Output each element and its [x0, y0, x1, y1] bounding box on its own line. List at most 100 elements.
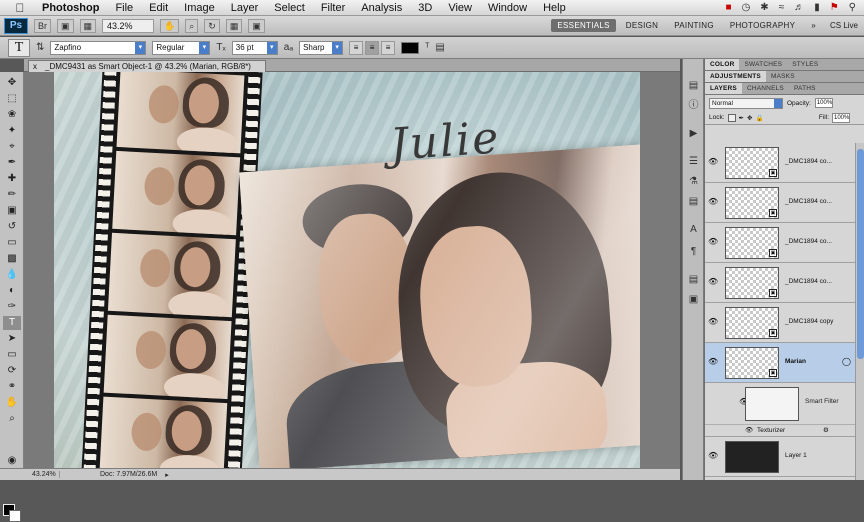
battery-icon[interactable]: ▮ [814, 2, 820, 13]
workspace-design[interactable]: DESIGN [620, 19, 664, 32]
marquee-tool-icon[interactable]: ⬚ [3, 92, 21, 106]
eye-icon[interactable]: 👁 [708, 197, 718, 206]
brush-tool-icon[interactable]: ✏ [3, 188, 21, 202]
workspace-photography[interactable]: PHOTOGRAPHY [724, 19, 801, 32]
type-tool-icon[interactable]: T [3, 316, 21, 330]
screen-mode-icon[interactable]: ▣ [248, 18, 265, 33]
fill-field[interactable]: 100% [832, 112, 850, 123]
character-panel-icon[interactable]: ▤ [435, 42, 444, 53]
menu-window[interactable]: Window [480, 0, 535, 16]
tab-adjustments[interactable]: ADJUSTMENTS [705, 71, 766, 82]
histogram-icon[interactable]: ▤ [686, 79, 701, 92]
wifi-icon[interactable]: ≈ [779, 2, 785, 13]
hand-tool-icon[interactable]: ✋ [160, 18, 180, 33]
filter-options-icon[interactable]: ⚙ [823, 426, 829, 434]
tab-swatches[interactable]: SWATCHES [739, 59, 787, 70]
menu-photoshop[interactable]: Photoshop [34, 0, 107, 16]
text-orientation-icon[interactable]: ⇅ [36, 42, 44, 53]
scrollbar-thumb[interactable] [857, 149, 864, 359]
lock-all-icon[interactable]: 🔒 [755, 114, 763, 122]
mini-bridge-icon[interactable]: ▣ [57, 18, 74, 33]
layer-row[interactable]: 👁 ▣ _DMC1894 co... [705, 263, 855, 303]
volume-icon[interactable]: ♬ [794, 2, 804, 13]
zoom-level-field[interactable]: 43.2% [102, 18, 155, 33]
menu-select[interactable]: Select [266, 0, 313, 16]
healing-brush-tool-icon[interactable]: ✚ [3, 172, 21, 186]
blur-tool-icon[interactable]: 💧 [3, 268, 21, 282]
layer-row[interactable]: 👁 Layer 1 [705, 437, 855, 477]
info-icon[interactable]: ⓘ [686, 99, 701, 112]
lock-position-icon[interactable]: ✥ [747, 114, 752, 122]
adobe-icon[interactable]: ■ [726, 2, 732, 13]
quick-mask-icon[interactable]: ◉ [3, 454, 21, 468]
document-canvas[interactable]: Julie [24, 72, 680, 468]
cs-live-button[interactable]: CS Live [830, 21, 858, 30]
crop-tool-icon[interactable]: ⌖ [3, 140, 21, 154]
3d-panel-icon[interactable]: ▣ [686, 293, 701, 306]
layer-row[interactable]: 👁 ▣ _DMC1894 co... [705, 223, 855, 263]
workspace-essentials[interactable]: ESSENTIALS [551, 19, 616, 32]
smart-filter-indicator-icon[interactable]: ◯ [842, 357, 851, 366]
workspace-painting[interactable]: PAINTING [668, 19, 720, 32]
eyedropper-tool-icon[interactable]: ✒ [3, 156, 21, 170]
align-right-icon[interactable]: ≡ [381, 40, 396, 55]
menu-view[interactable]: View [440, 0, 480, 16]
lock-pixels-icon[interactable]: ✒ [739, 114, 744, 122]
arrange-documents-icon[interactable]: ▦ [225, 18, 243, 33]
bluetooth-icon[interactable]: ✱ [760, 2, 768, 13]
warp-text-icon[interactable]: ᵀ [425, 42, 429, 53]
texturizer-filter-row[interactable]: Texturizer 👁 ⚙ [705, 425, 855, 437]
eye-icon[interactable]: 👁 [745, 426, 753, 434]
layer-row[interactable]: 👁 ▣ _DMC1894 co... [705, 143, 855, 183]
menu-help[interactable]: Help [535, 0, 574, 16]
background-color-swatch[interactable] [9, 510, 21, 522]
eye-icon[interactable]: 👁 [708, 157, 718, 166]
font-family-select[interactable]: Zapfino ▾ [50, 40, 147, 55]
opacity-field[interactable]: 100% [814, 98, 833, 108]
eye-icon[interactable]: 👁 [708, 237, 718, 246]
time-machine-icon[interactable]: ◷ [742, 2, 751, 13]
clone-source-icon[interactable]: ⚗ [686, 175, 701, 188]
3d-rotate-tool-icon[interactable]: ⟳ [3, 364, 21, 378]
brush-presets-icon[interactable]: ☰ [686, 155, 701, 168]
flag-icon[interactable]: ⚑ [830, 2, 839, 13]
notes-icon[interactable]: ▤ [686, 273, 701, 286]
menu-edit[interactable]: Edit [141, 0, 176, 16]
text-color-swatch[interactable] [401, 41, 420, 54]
status-zoom[interactable]: 43.24% [24, 471, 60, 478]
gradient-tool-icon[interactable]: ▩ [3, 252, 21, 266]
tab-layers[interactable]: LAYERS [705, 83, 742, 94]
view-extras-icon[interactable]: ▦ [79, 18, 97, 33]
character-icon[interactable]: A [686, 223, 701, 236]
layers-scrollbar[interactable] [855, 143, 864, 480]
dodge-tool-icon[interactable]: ◐ [3, 284, 21, 298]
close-icon[interactable]: x [33, 61, 37, 72]
blend-mode-select[interactable]: Normal [709, 97, 783, 109]
workspace-more-icon[interactable]: » [805, 19, 822, 32]
tab-paths[interactable]: PATHS [789, 83, 821, 94]
eye-icon[interactable]: 👁 [708, 317, 718, 326]
menu-analysis[interactable]: Analysis [353, 0, 410, 16]
menu-layer[interactable]: Layer [223, 0, 267, 16]
3d-orbit-tool-icon[interactable]: ⚭ [3, 380, 21, 394]
font-size-select[interactable]: 36 pt ▾ [231, 40, 278, 55]
smart-filters-row[interactable]: 👁 Smart Filter [705, 383, 855, 425]
lock-transparency-icon[interactable] [727, 113, 736, 122]
spotlight-icon[interactable]: ⚲ [849, 2, 856, 13]
lasso-tool-icon[interactable]: ❀ [3, 108, 21, 122]
zoom-tool-icon[interactable]: ⌕ [3, 412, 21, 426]
layer-row[interactable]: 👁 ▣ _DMC1894 co... [705, 183, 855, 223]
tab-color[interactable]: COLOR [705, 59, 740, 70]
pen-tool-icon[interactable]: ✑ [3, 300, 21, 314]
rotate-view-icon[interactable]: ↻ [204, 18, 220, 33]
paragraph-icon[interactable]: ¶ [686, 245, 701, 258]
document-tab[interactable]: x _DMC9431 as Smart Object-1 @ 43.2% (Ma… [28, 60, 266, 72]
shape-tool-icon[interactable]: ▭ [3, 348, 21, 362]
menu-image[interactable]: Image [176, 0, 223, 16]
tab-styles[interactable]: STYLES [787, 59, 823, 70]
eye-icon[interactable]: 👁 [708, 357, 718, 366]
tool-presets-icon[interactable]: ▤ [686, 195, 701, 208]
align-center-icon[interactable]: ≡ [365, 40, 380, 55]
zoom-tool-icon[interactable]: ⌕ [185, 18, 199, 33]
eraser-tool-icon[interactable]: ▭ [3, 236, 21, 250]
